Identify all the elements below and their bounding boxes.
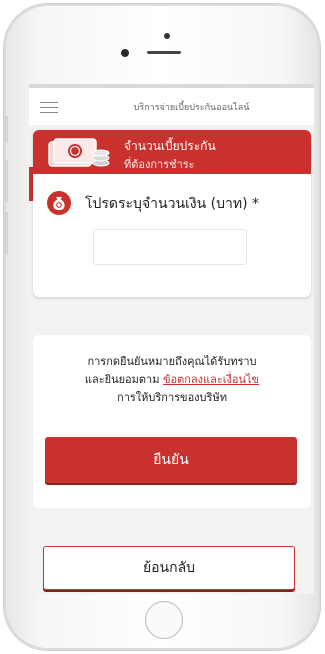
amount-card: จำนวนเบี้ยประกัน ที่ต้องการชำระ โปรดระบุ… bbox=[33, 130, 311, 297]
proximity-sensor bbox=[121, 49, 129, 57]
back-button[interactable]: ย้อนกลับ bbox=[43, 546, 295, 590]
volume-down-button bbox=[4, 212, 8, 254]
consent-line-2: และยินยอมตาม ข้อตกลงและเงื่อนไข bbox=[33, 371, 311, 389]
phone-frame: บริการจ่ายเบี้ยประกันออนไลน์ จำนวนเบี้ยป… bbox=[4, 4, 320, 650]
consent-line-2-text: และยินยอมตาม bbox=[84, 373, 160, 386]
amount-label: โปรดระบุจำนวนเงิน (บาท) * bbox=[85, 196, 260, 212]
consent-line-3: การให้บริการของบริษัท bbox=[117, 391, 227, 404]
money-bag-icon bbox=[47, 191, 71, 215]
app-screen: บริการจ่ายเบี้ยประกันออนไลน์ จำนวนเบี้ยป… bbox=[29, 84, 314, 594]
volume-up-button bbox=[4, 160, 8, 202]
consent-card: การกดยืนยันหมายถึงคุณได้รับทราบ และยินยอ… bbox=[33, 335, 311, 508]
page-title: บริการจ่ายเบี้ยประกันออนไลน์ bbox=[133, 103, 250, 113]
hamburger-icon[interactable] bbox=[40, 102, 58, 117]
money-icon bbox=[48, 138, 110, 167]
app-header: บริการจ่ายเบี้ยประกันออนไลน์ bbox=[29, 88, 314, 125]
confirm-button[interactable]: ยืนยัน bbox=[45, 437, 297, 483]
amount-input[interactable] bbox=[93, 229, 247, 265]
front-camera bbox=[164, 33, 170, 39]
mute-switch bbox=[4, 116, 8, 142]
consent-text: การกดยืนยันหมายถึงคุณได้รับทราบ และยินยอ… bbox=[33, 353, 311, 407]
earpiece-speaker bbox=[147, 51, 181, 54]
banner-title: จำนวนเบี้ยประกัน bbox=[124, 139, 216, 153]
premium-banner: จำนวนเบี้ยประกัน ที่ต้องการชำระ bbox=[33, 130, 311, 174]
terms-link[interactable]: ข้อตกลงและเงื่อนไข bbox=[163, 373, 259, 386]
consent-line-1: การกดยืนยันหมายถึงคุณได้รับทราบ bbox=[87, 355, 257, 368]
home-button[interactable] bbox=[145, 601, 183, 639]
banner-subtitle: ที่ต้องการชำระ bbox=[124, 158, 195, 171]
